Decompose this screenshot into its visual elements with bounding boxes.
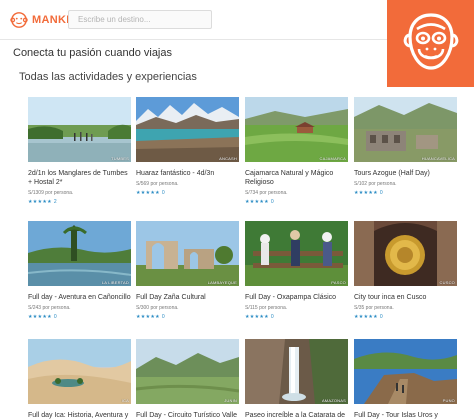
activity-price: S/35 por persona. [354, 305, 394, 311]
star-icon: ★★★★★ [354, 314, 378, 320]
activity-card[interactable]: TUMBES 2d/1n los Manglares de Tumbes + H… [28, 97, 131, 205]
activity-photo[interactable]: ICA [28, 339, 131, 404]
activity-photo[interactable]: CUSCO [354, 221, 457, 286]
star-icon: ★★★★★ [245, 314, 269, 320]
activity-photo[interactable]: LAMBAYEQUE [136, 221, 239, 286]
rating: ★★★★★ 2 [28, 199, 131, 205]
activity-card[interactable]: JUNIN Full Day - Circuito Turístico Vall… [136, 339, 239, 420]
activity-photo[interactable]: CAJAMARCA [245, 97, 348, 162]
review-count: 0 [379, 314, 383, 320]
activity-price: S/300 por persona. [136, 305, 179, 311]
review-count: 0 [161, 190, 165, 196]
rating: ★★★★★ 0 [245, 199, 348, 205]
rating: ★★★★★ 0 [354, 314, 457, 320]
activity-card[interactable]: HUANCAVELICA Tours Azogue (Half Day) S/1… [354, 97, 457, 196]
brand-logo-tile [387, 0, 474, 87]
activity-card[interactable]: CAJAMARCA Cajamarca Natural y Mágico Rel… [245, 97, 348, 205]
activity-photo[interactable]: HUANCAVELICA [354, 97, 457, 162]
activity-title[interactable]: City tour inca en Cusco [354, 293, 457, 302]
review-count: 0 [53, 314, 57, 320]
activity-photo[interactable]: ANCASH [136, 97, 239, 162]
section-title: Todas las actividades y experiencias [19, 71, 197, 83]
activity-card[interactable]: AMAZONAS Paseo increíble a la Catarata d… [245, 339, 348, 420]
activity-price: S/243 por persona. [28, 305, 71, 311]
location-label: AMAZONAS [321, 398, 346, 403]
star-icon: ★★★★★ [28, 314, 52, 320]
monkey-face-icon [403, 13, 459, 70]
activity-photo[interactable]: AMAZONAS [245, 339, 348, 404]
star-icon: ★★★★★ [28, 199, 52, 205]
brand-name: MANKI [32, 14, 70, 26]
review-count: 0 [270, 314, 274, 320]
location-label: JUNIN [224, 398, 237, 403]
activity-photo[interactable]: PUNO [354, 339, 457, 404]
activity-title[interactable]: Tours Azogue (Half Day) [354, 169, 457, 178]
activity-title[interactable]: Full Day - Tour Islas Uros y Taquile - [354, 411, 457, 420]
activity-card[interactable]: ANCASH Huaraz fantástico - 4d/3n S/569 p… [136, 97, 239, 196]
activity-title[interactable]: Huaraz fantástico - 4d/3n [136, 169, 239, 178]
review-count: 0 [270, 199, 274, 205]
activity-price: S/102 por persona. [354, 181, 397, 187]
location-label: LAMBAYEQUE [207, 280, 237, 285]
activity-title[interactable]: Full Day - Circuito Turístico Valle del [136, 411, 239, 420]
page-tagline: Conecta tu pasión cuando viajas [13, 47, 172, 59]
activity-photo[interactable]: TUMBES [28, 97, 131, 162]
activity-title[interactable]: Full Day Zaña Cultural [136, 293, 239, 302]
star-icon: ★★★★★ [354, 190, 378, 196]
monkey-face-icon [10, 12, 28, 28]
activity-photo[interactable]: JUNIN [136, 339, 239, 404]
rating: ★★★★★ 0 [354, 190, 457, 196]
activity-card[interactable]: CUSCO City tour inca en Cusco S/35 por p… [354, 221, 457, 320]
rating: ★★★★★ 0 [245, 314, 348, 320]
rating: ★★★★★ 0 [28, 314, 131, 320]
star-icon: ★★★★★ [136, 190, 160, 196]
location-label: ANCASH [219, 156, 237, 161]
activity-title[interactable]: Full day - Aventura en Cañoncillo [28, 293, 131, 302]
star-icon: ★★★★★ [245, 199, 269, 205]
rating: ★★★★★ 0 [136, 190, 239, 196]
star-icon: ★★★★★ [136, 314, 160, 320]
activity-photo[interactable]: LA LIBERTAD [28, 221, 131, 286]
location-label: CAJAMARCA [319, 156, 346, 161]
activity-card[interactable]: PUNO Full Day - Tour Islas Uros y Taquil… [354, 339, 457, 420]
activity-title[interactable]: Full day Ica: Historia, Aventura y [28, 411, 131, 420]
location-label: TUMBES [111, 156, 129, 161]
location-label: ICA [121, 398, 129, 403]
activity-price: S/734 por persona. [245, 190, 288, 196]
activity-price: S/115 por persona. [245, 305, 288, 311]
activity-card[interactable]: LA LIBERTAD Full day - Aventura en Cañon… [28, 221, 131, 320]
review-count: 0 [379, 190, 383, 196]
location-label: PASCO [331, 280, 346, 285]
location-label: HUANCAVELICA [421, 156, 455, 161]
activity-price: S/569 por persona. [136, 181, 179, 187]
review-count: 2 [53, 199, 57, 205]
activity-card[interactable]: LAMBAYEQUE Full Day Zaña Cultural S/300 … [136, 221, 239, 320]
activity-title[interactable]: Paseo increíble a la Catarata de [245, 411, 348, 420]
location-label: LA LIBERTAD [101, 280, 129, 285]
location-label: PUNO [442, 398, 455, 403]
review-count: 0 [161, 314, 165, 320]
location-label: CUSCO [439, 280, 455, 285]
activity-title[interactable]: Cajamarca Natural y Mágico Religioso [245, 169, 348, 187]
activity-title[interactable]: Full Day - Oxapampa Clásico [245, 293, 348, 302]
activity-card[interactable]: PASCO Full Day - Oxapampa Clásico S/115 … [245, 221, 348, 320]
activity-title[interactable]: 2d/1n los Manglares de Tumbes + Hostal 2… [28, 169, 131, 187]
activity-photo[interactable]: PASCO [245, 221, 348, 286]
activity-card[interactable]: ICA Full day Ica: Historia, Aventura y [28, 339, 131, 420]
search-input[interactable] [68, 10, 212, 29]
activity-price: S/1309 por persona. [28, 190, 74, 196]
brand-logo[interactable]: MANKI [10, 11, 70, 29]
rating: ★★★★★ 0 [136, 314, 239, 320]
